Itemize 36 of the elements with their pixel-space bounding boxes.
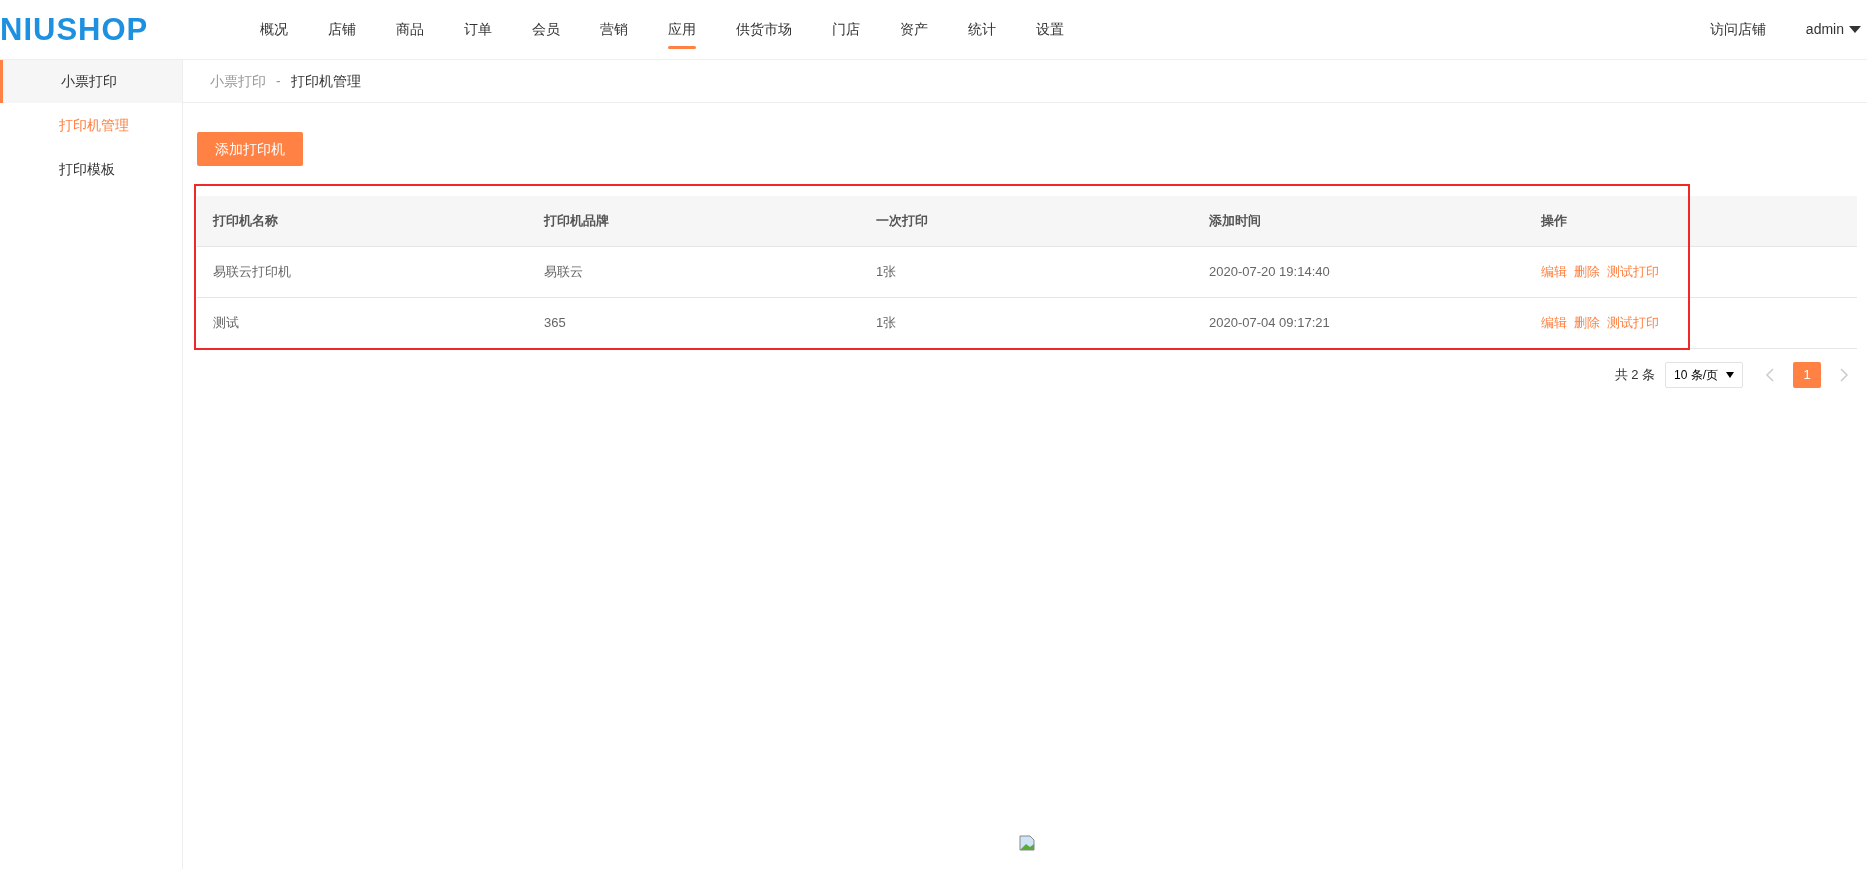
nav-tab[interactable]: 供货市场 [716, 0, 812, 59]
nav-tab[interactable]: 概况 [240, 0, 308, 59]
column-header: 操作 [1540, 212, 1568, 231]
sidebar-group-title[interactable]: 小票打印 [0, 60, 182, 103]
caret-icon[interactable] [1849, 25, 1861, 34]
nav-tab[interactable]: 营销 [580, 0, 648, 59]
nav-tab[interactable]: 设置 [1016, 0, 1084, 59]
table-cell: 测试 [213, 315, 239, 331]
table-cell: 1张 [876, 264, 897, 280]
total-count: 共 2 条 [1614, 366, 1655, 385]
nav-tab[interactable]: 资产 [880, 0, 948, 59]
caret-icon[interactable] [1726, 372, 1734, 378]
nav-tab[interactable]: 店铺 [308, 0, 376, 59]
table-cell: 1张 [876, 315, 897, 331]
sidebar-item[interactable]: 打印模板 [0, 147, 182, 191]
nav-tab[interactable]: 订单 [444, 0, 512, 59]
broken-image-icon [1019, 835, 1035, 851]
column-header: 打印机名称 [211, 212, 279, 231]
page-size-select[interactable]: 10 条/页 [1665, 362, 1743, 388]
table-cell: 2020-07-20 19:14:40 [1209, 264, 1330, 280]
nav-tab[interactable]: 商品 [376, 0, 444, 59]
table-cell: 365 [544, 315, 566, 331]
nav-tab[interactable]: 统计 [948, 0, 1016, 59]
user-name[interactable]: admin [1805, 19, 1844, 40]
table-cell: 易联云打印机 [213, 264, 291, 280]
breadcrumb-item: 打印机管理 [290, 71, 361, 91]
nav-tab[interactable]: 会员 [512, 0, 580, 59]
table-cell: 易联云 [544, 264, 583, 280]
breadcrumb-separator: - [276, 71, 281, 91]
column-header: 打印机品牌 [542, 212, 610, 231]
column-header: 添加时间 [1208, 212, 1262, 231]
nav-tab[interactable]: 门店 [812, 0, 880, 59]
table-cell: 2020-07-04 09:17:21 [1209, 315, 1330, 331]
visit-store-link[interactable]: 访问店铺 [1709, 19, 1766, 40]
nav-tab[interactable]: 应用 [648, 0, 716, 59]
column-header: 一次打印 [875, 212, 929, 231]
